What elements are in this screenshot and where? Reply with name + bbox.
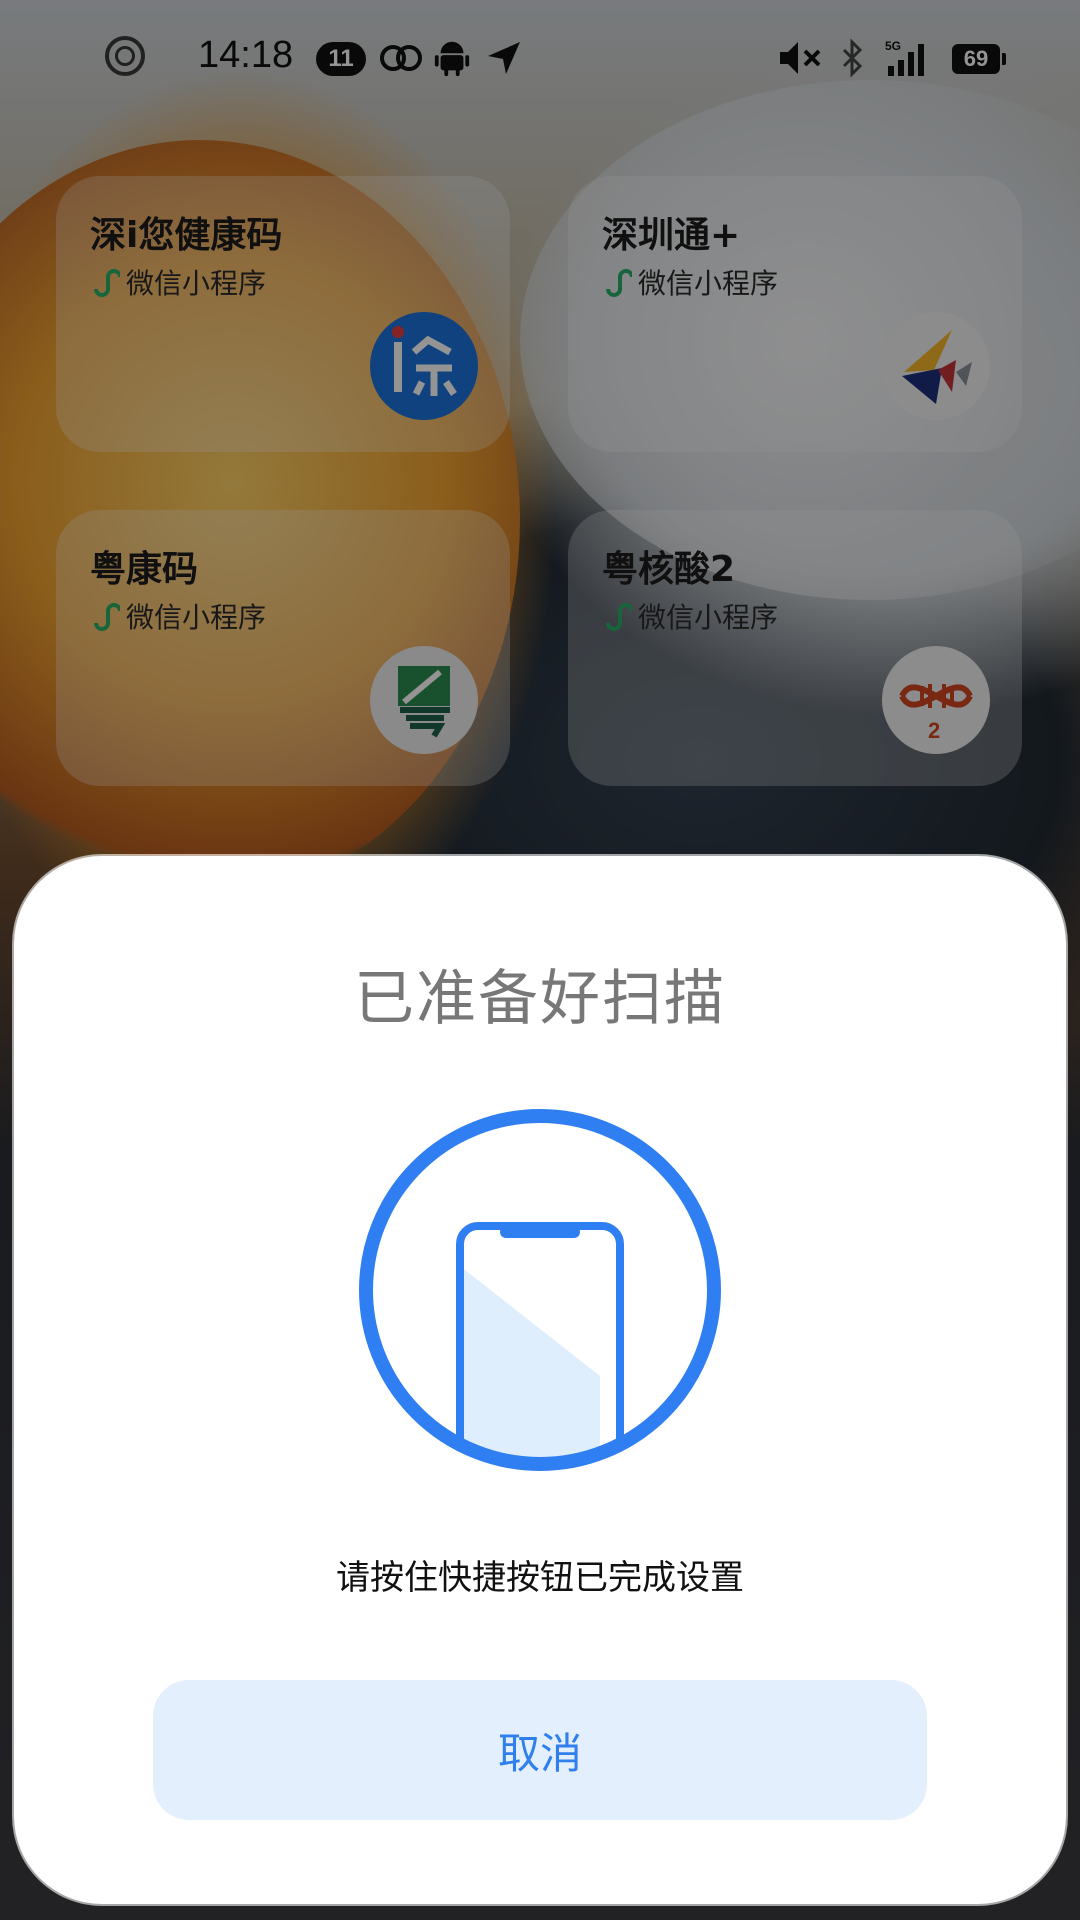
sheet-hint: 请按住快捷按钮已完成设置 [336,1558,744,1598]
nfc-scan-sheet: 已准备好扫描 请按住快捷按钮已完成设置 取消 [14,856,1066,1904]
cancel-button[interactable]: 取消 [153,1680,927,1820]
phone-scan-icon [359,1109,721,1471]
sheet-title: 已准备好扫描 [354,964,726,1034]
